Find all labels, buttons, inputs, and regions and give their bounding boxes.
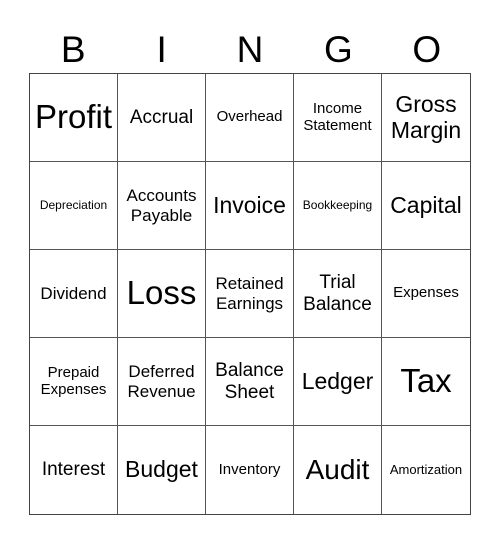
bingo-cell[interactable]: Invoice <box>206 162 294 250</box>
bingo-cell[interactable]: Bookkeeping <box>294 162 382 250</box>
bingo-cell[interactable]: Profit <box>30 74 118 162</box>
header-letter-o: O <box>412 29 442 70</box>
bingo-cell[interactable]: Capital <box>382 162 470 250</box>
bingo-cell[interactable]: Balance Sheet <box>206 338 294 426</box>
bingo-cell[interactable]: Ledger <box>294 338 382 426</box>
bingo-cell[interactable]: Audit <box>294 426 382 514</box>
bingo-cell[interactable]: Gross Margin <box>382 74 470 162</box>
bingo-cell[interactable]: Prepaid Expenses <box>30 338 118 426</box>
bingo-cell[interactable]: Accrual <box>118 74 206 162</box>
bingo-cell[interactable]: Dividend <box>30 250 118 338</box>
bingo-cell[interactable]: Budget <box>118 426 206 514</box>
bingo-cell[interactable]: Amortization <box>382 426 470 514</box>
header-letter-b: B <box>60 29 86 70</box>
bingo-cell[interactable]: Trial Balance <box>294 250 382 338</box>
header-letter-i: I <box>156 29 167 70</box>
bingo-cell[interactable]: Overhead <box>206 74 294 162</box>
header-letter-n: N <box>236 29 264 70</box>
bingo-cell[interactable]: Inventory <box>206 426 294 514</box>
bingo-cell[interactable]: Accounts Payable <box>118 162 206 250</box>
bingo-board: Profit Accrual Overhead Income Statement… <box>29 73 471 515</box>
header-letter-g: G <box>324 29 353 70</box>
bingo-cell[interactable]: Deferred Revenue <box>118 338 206 426</box>
bingo-header: B I N G O <box>29 28 471 72</box>
bingo-cell[interactable]: Interest <box>30 426 118 514</box>
bingo-cell[interactable]: Retained Earnings <box>206 250 294 338</box>
bingo-cell[interactable]: Tax <box>382 338 470 426</box>
bingo-cell[interactable]: Loss <box>118 250 206 338</box>
bingo-cell[interactable]: Income Statement <box>294 74 382 162</box>
bingo-cell[interactable]: Expenses <box>382 250 470 338</box>
bingo-cell[interactable]: Depreciation <box>30 162 118 250</box>
